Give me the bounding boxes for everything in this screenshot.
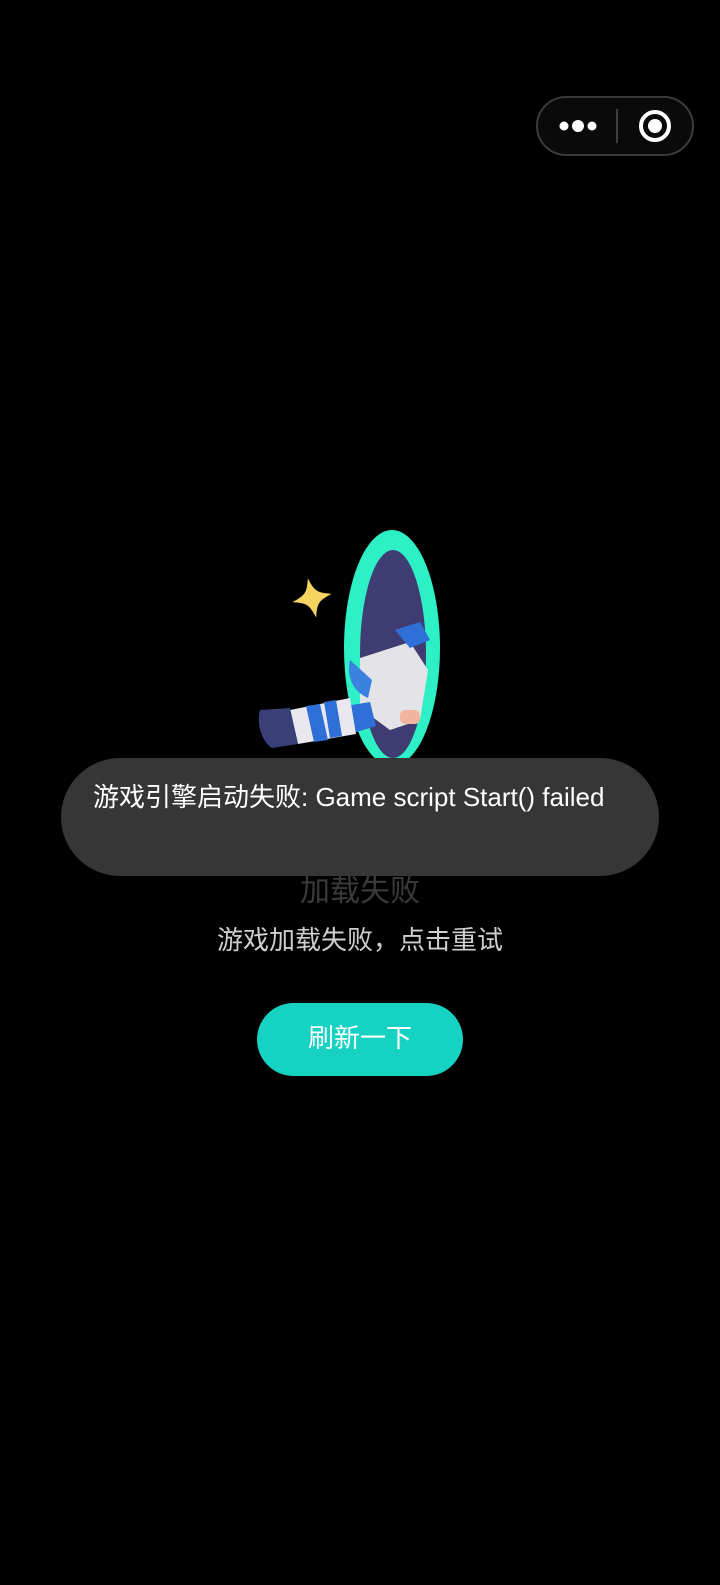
error-toast: 游戏引擎启动失败: Game script Start() failed xyxy=(61,758,659,876)
target-circle-icon xyxy=(639,110,671,142)
refresh-button[interactable]: 刷新一下 xyxy=(257,1003,463,1076)
star-icon xyxy=(292,578,332,618)
toast-message: 游戏引擎启动失败: Game script Start() failed xyxy=(93,782,605,812)
close-mini-program-button[interactable] xyxy=(618,98,692,154)
error-title: 加载失败 xyxy=(300,874,420,909)
more-menu-button[interactable] xyxy=(538,98,616,154)
error-description: 游戏加载失败，点击重试 xyxy=(216,926,503,956)
more-dots-icon xyxy=(559,120,597,132)
portal-telescope-illustration xyxy=(250,530,470,766)
mini-program-capsule xyxy=(536,96,694,156)
